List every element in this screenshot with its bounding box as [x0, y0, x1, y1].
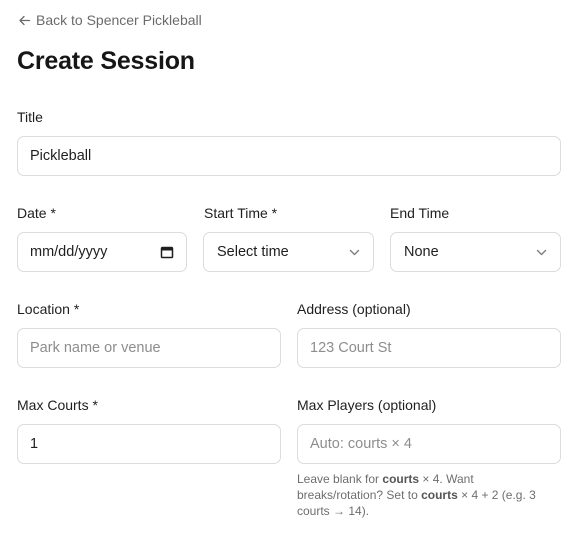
back-link[interactable]: Back to Spencer Pickleball: [18, 12, 202, 28]
max-players-input[interactable]: [297, 424, 561, 464]
end-time-value: None: [404, 244, 439, 260]
back-link-label: Back to Spencer Pickleball: [36, 12, 202, 28]
chevron-down-icon: [536, 249, 547, 255]
chevron-down-icon: [349, 249, 360, 255]
title-label: Title: [17, 109, 43, 125]
address-label: Address (optional): [297, 301, 411, 317]
start-time-label: Start Time *: [204, 205, 278, 221]
location-label: Location *: [17, 301, 80, 317]
location-input[interactable]: [17, 328, 281, 368]
calendar-icon[interactable]: [160, 245, 174, 259]
title-input[interactable]: [17, 136, 561, 176]
date-placeholder: mm/dd/yyyy: [30, 244, 108, 260]
max-players-label: Max Players (optional): [297, 397, 437, 413]
date-label: Date *: [17, 205, 56, 221]
end-time-select[interactable]: None: [390, 232, 561, 272]
page-title: Create Session: [17, 47, 195, 75]
max-courts-input[interactable]: [17, 424, 281, 464]
end-time-label: End Time: [390, 205, 450, 221]
start-time-value: Select time: [217, 244, 289, 260]
arrow-left-icon: [19, 15, 31, 25]
max-players-help-text: Leave blank for courts × 4. Want breaks/…: [297, 472, 536, 518]
start-time-select[interactable]: Select time: [203, 232, 374, 272]
address-input[interactable]: [297, 328, 561, 368]
max-courts-label: Max Courts *: [17, 397, 98, 413]
date-input[interactable]: mm/dd/yyyy: [17, 232, 187, 272]
